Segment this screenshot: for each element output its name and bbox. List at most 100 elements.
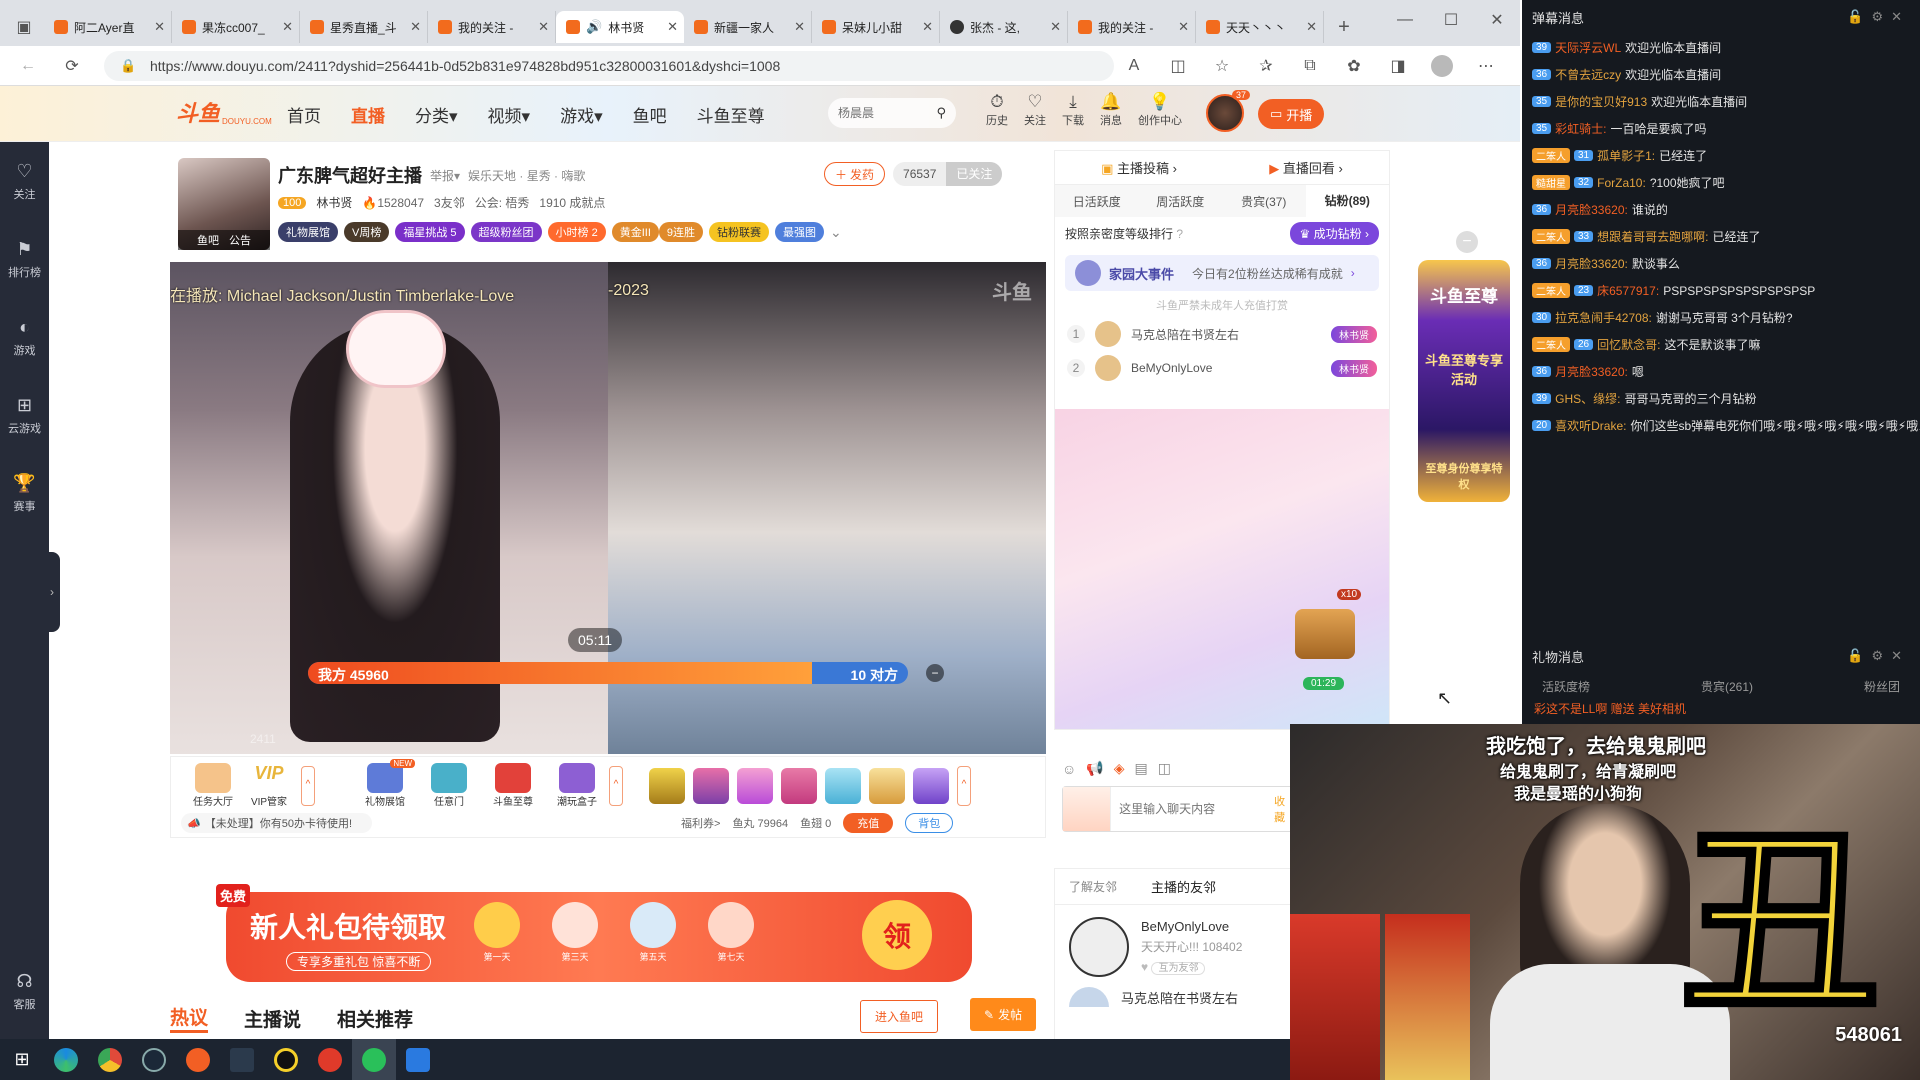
claim-gift-button[interactable]: 领 <box>862 900 932 970</box>
rail-events[interactable]: 🏆 赛事 <box>0 454 49 532</box>
tab-close-icon[interactable]: ✕ <box>1306 19 1317 35</box>
send-post-button[interactable]: ＋发药 <box>824 162 886 186</box>
history-icon[interactable]: ⏱ 历史 <box>986 92 1008 128</box>
tab-daily-active[interactable]: 日活跃度 <box>1055 193 1139 210</box>
follow-icon[interactable]: ♡ 关注 <box>1024 92 1046 128</box>
chat-input-box[interactable]: 收藏 <box>1062 786 1298 832</box>
badge-v-week[interactable]: V周榜 <box>344 222 390 242</box>
split-view-icon[interactable]: ◫ <box>1164 52 1192 80</box>
welfare-link[interactable]: 福利券> <box>681 815 720 831</box>
gift-window-controls[interactable]: 🔓⚙✕ <box>1847 648 1910 664</box>
tab-active-rank[interactable]: 活跃度榜 <box>1542 678 1590 695</box>
gift-item-icon[interactable] <box>869 767 905 804</box>
gift-item-icon[interactable] <box>649 767 685 804</box>
tab-close-icon[interactable]: ✕ <box>1050 19 1061 35</box>
gift-item-icon[interactable] <box>737 767 773 804</box>
favorites-icon[interactable]: ✰ <box>1252 52 1280 80</box>
tab-close-icon[interactable]: ✕ <box>667 19 678 35</box>
tab-close-icon[interactable]: ✕ <box>282 19 293 35</box>
rank-row[interactable]: 2 BeMyOnlyLove 林书贤 <box>1055 351 1389 385</box>
tab-close-icon[interactable]: ✕ <box>794 19 805 35</box>
enter-yuba-button[interactable]: 进入鱼吧 <box>860 1000 939 1033</box>
become-diamond-button[interactable]: ♛ 成功钻粉 › <box>1289 221 1379 245</box>
danmaku-user[interactable]: GHS、缘缪: <box>1555 390 1620 407</box>
gift-hall-button[interactable]: NEW 礼物展馆 <box>353 759 417 808</box>
start-button[interactable]: ⊞ <box>0 1039 44 1080</box>
tab-close-icon[interactable]: ✕ <box>922 19 933 35</box>
fans-badge-icon[interactable]: ◈ <box>1114 760 1125 777</box>
tab-close-icon[interactable]: ✕ <box>1178 19 1189 35</box>
taskbar-weibo[interactable] <box>308 1039 352 1080</box>
anchor-submissions-link[interactable]: ▣ 主播投稿 › <box>1101 158 1177 177</box>
barrage-horn-icon[interactable]: 📢 <box>1086 760 1103 777</box>
badge-diamond-league[interactable]: 钻粉联赛 <box>709 222 770 242</box>
minimize-icon[interactable]: — <box>1382 6 1428 34</box>
taskbar-edge[interactable] <box>44 1039 88 1080</box>
post-button[interactable]: ✎ 发帖 <box>970 998 1037 1031</box>
browser-tab[interactable]: 天天丶丶丶 ✕ <box>1196 11 1324 43</box>
backpack-button[interactable]: 背包 <box>905 813 954 833</box>
about-friends-tab[interactable]: 了解友邻 <box>1069 878 1117 895</box>
guild[interactable]: 公会: 梧秀 <box>475 194 530 211</box>
taskbar-chrome[interactable] <box>88 1039 132 1080</box>
nav-video[interactable]: 视频▾ <box>488 102 531 127</box>
supreme-banner[interactable]: 斗鱼至尊 斗鱼至尊专享活动 至尊身份尊享特权 <box>1418 260 1510 502</box>
danmaku-user[interactable]: 孤单影子1: <box>1597 147 1655 164</box>
chat-input[interactable] <box>1111 802 1275 816</box>
tab-close-icon[interactable]: ✕ <box>154 19 165 35</box>
favorite-star-icon[interactable]: ☆ <box>1208 52 1236 80</box>
user-avatar[interactable]: 37 <box>1206 90 1250 132</box>
refresh-icon[interactable]: ⟳ <box>58 52 86 80</box>
friends-count[interactable]: 3友邻 <box>434 194 465 211</box>
browser-tab[interactable]: 星秀直播_斗 ✕ <box>300 11 428 43</box>
nav-live[interactable]: 直播 <box>351 102 385 127</box>
avatar-tag-notice[interactable]: 公告 <box>229 232 251 248</box>
achievement-points[interactable]: 1910 成就点 <box>539 194 605 211</box>
browser-tab[interactable]: 我的关注 - ✕ <box>428 11 556 43</box>
avatar-tag-yuba[interactable]: 鱼吧 <box>197 232 219 248</box>
taskbar-terminal[interactable] <box>220 1039 264 1080</box>
task-hall-button[interactable]: 任务大厅 <box>185 763 241 808</box>
rank-row[interactable]: 1 马克总陪在书贤左右 林书贤 <box>1055 317 1389 351</box>
danmaku-user[interactable]: 回忆默念哥: <box>1597 336 1660 353</box>
speaker-icon[interactable]: 🔊 <box>586 19 602 35</box>
maximize-icon[interactable]: ☐ <box>1428 6 1474 34</box>
danmaku-user[interactable]: 月亮脸33620: <box>1555 255 1628 272</box>
tab-close-icon[interactable]: ✕ <box>410 19 421 35</box>
recharge-button[interactable]: 充值 <box>843 813 894 833</box>
danmaku-user[interactable]: 月亮脸33620: <box>1555 363 1628 380</box>
window-menu-icon[interactable]: ▣ <box>10 13 38 41</box>
badge-strongest[interactable]: 最强图 <box>775 222 825 242</box>
rail-expand-handle[interactable]: › <box>44 552 60 632</box>
badge-gold[interactable]: 黄金III <box>611 222 659 242</box>
nav-yuba[interactable]: 鱼吧 <box>633 102 667 127</box>
banner-close-icon[interactable]: − <box>1456 231 1478 253</box>
gift-item-icon[interactable] <box>781 767 817 804</box>
gift-bar-scroll-up-2[interactable]: ^ <box>609 765 623 806</box>
new-tab-icon[interactable]: + <box>1330 13 1358 41</box>
gift-bar-scroll-up[interactable]: ^ <box>301 765 315 806</box>
collections-icon[interactable]: ⧉ <box>1296 52 1324 80</box>
danmaku-user[interactable]: ForZa10: <box>1597 176 1646 190</box>
tab-fan-club[interactable]: 粉丝团 <box>1864 678 1900 695</box>
follow-button[interactable]: 76537 已关注 <box>893 162 1003 186</box>
danmaku-user[interactable]: 彩虹骑士: <box>1555 120 1606 137</box>
download-icon[interactable]: ⤓ 下载 <box>1062 92 1084 128</box>
badge-win-streak[interactable]: 9连胜 <box>658 222 704 242</box>
vip-manager-button[interactable]: VIP VIP管家 <box>241 763 297 808</box>
site-search-input[interactable] <box>838 106 918 120</box>
danmaku-window-controls[interactable]: 🔓⚙✕ <box>1847 9 1910 25</box>
any-door-button[interactable]: 任意门 <box>417 763 481 808</box>
tab-diamond-fans[interactable]: 钻粉(89) <box>1305 185 1389 217</box>
tab-hot-discussion[interactable]: 热议 <box>170 1003 209 1033</box>
rail-service[interactable]: ☊ 客服 <box>0 952 49 1030</box>
sidebar-icon[interactable]: ◨ <box>1384 52 1412 80</box>
tab-vip-guests[interactable]: 贵宾(37) <box>1222 193 1306 210</box>
nav-games[interactable]: 游戏▾ <box>560 102 603 127</box>
treasure-chest-icon[interactable] <box>1295 609 1355 659</box>
tab-anchor-says[interactable]: 主播说 <box>244 1005 301 1032</box>
more-menu-icon[interactable]: ⋯ <box>1472 52 1500 80</box>
taskbar-wechat[interactable] <box>352 1039 396 1080</box>
friend-item[interactable]: 马克总陪在书贤左右 <box>1055 979 1293 1015</box>
rail-games[interactable]: ◐ 游戏 <box>0 298 49 376</box>
